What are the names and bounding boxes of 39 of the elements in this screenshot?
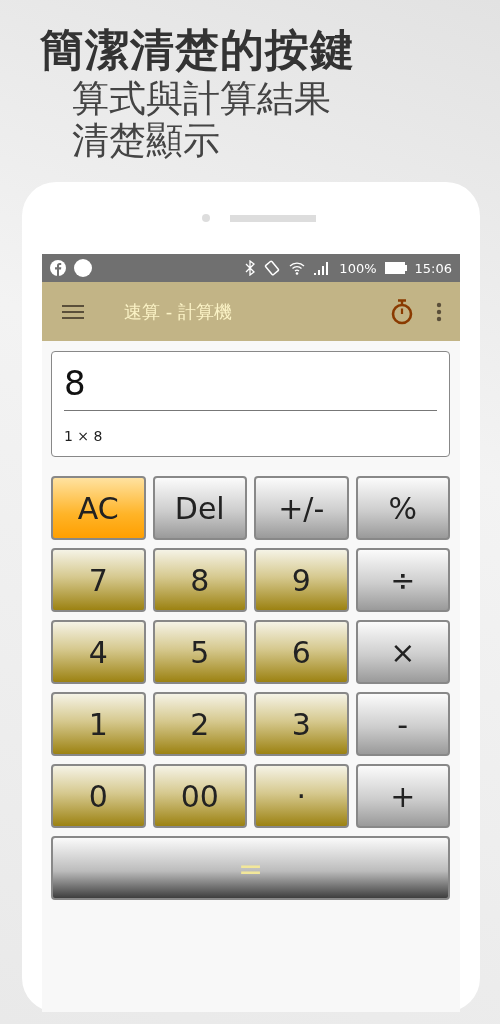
calculator-key[interactable]: 4 <box>51 620 146 684</box>
wifi-icon <box>289 260 306 276</box>
stopwatch-icon[interactable] <box>390 298 414 325</box>
calculator-key[interactable]: 0 <box>51 764 146 828</box>
speaker-icon <box>230 214 316 222</box>
calculator-key[interactable]: 1 <box>51 692 146 756</box>
calculator-key[interactable]: + <box>355 764 450 828</box>
clock: 15:06 <box>414 260 452 276</box>
facebook-icon <box>50 260 66 276</box>
calculator-key[interactable]: 6 <box>254 620 349 684</box>
calculator-key[interactable]: 2 <box>152 692 247 756</box>
calculator-key[interactable]: AC <box>51 476 146 540</box>
result-text: 8 <box>64 362 86 405</box>
camera-icon <box>202 214 210 222</box>
calculator-key[interactable]: ÷ <box>355 548 450 612</box>
calculator-key[interactable]: 5 <box>152 620 247 684</box>
calculator-key[interactable]: 8 <box>152 548 247 612</box>
bluetooth-icon <box>245 260 256 276</box>
calculator-key[interactable]: 00 <box>152 764 247 828</box>
calculator-key[interactable]: +/- <box>254 476 349 540</box>
calculator-key[interactable]: - <box>355 692 450 756</box>
circle-icon <box>74 259 92 277</box>
battery-percent: 100% <box>339 260 377 276</box>
expression-text: 1 × 8 <box>64 427 103 444</box>
calculator-key[interactable]: 9 <box>254 548 349 612</box>
calculator-key[interactable]: × <box>355 620 450 684</box>
battery-icon <box>384 262 407 274</box>
app-title: 速算 - 計算機 <box>124 299 233 324</box>
subtitle-line: 清楚顯示 <box>72 120 220 162</box>
calculator-key[interactable]: 3 <box>254 692 349 756</box>
calculator-key[interactable]: Del <box>152 476 247 540</box>
headline: 簡潔清楚的按鍵 <box>40 23 355 77</box>
calculator-key[interactable]: % <box>355 476 450 540</box>
vibrate-icon <box>263 259 282 277</box>
more-icon[interactable] <box>436 301 442 322</box>
menu-icon[interactable] <box>62 303 84 320</box>
calculator-key[interactable]: · <box>254 764 349 828</box>
calculator-key[interactable]: 7 <box>51 548 146 612</box>
subtitle-line: 算式與計算結果 <box>72 78 331 120</box>
